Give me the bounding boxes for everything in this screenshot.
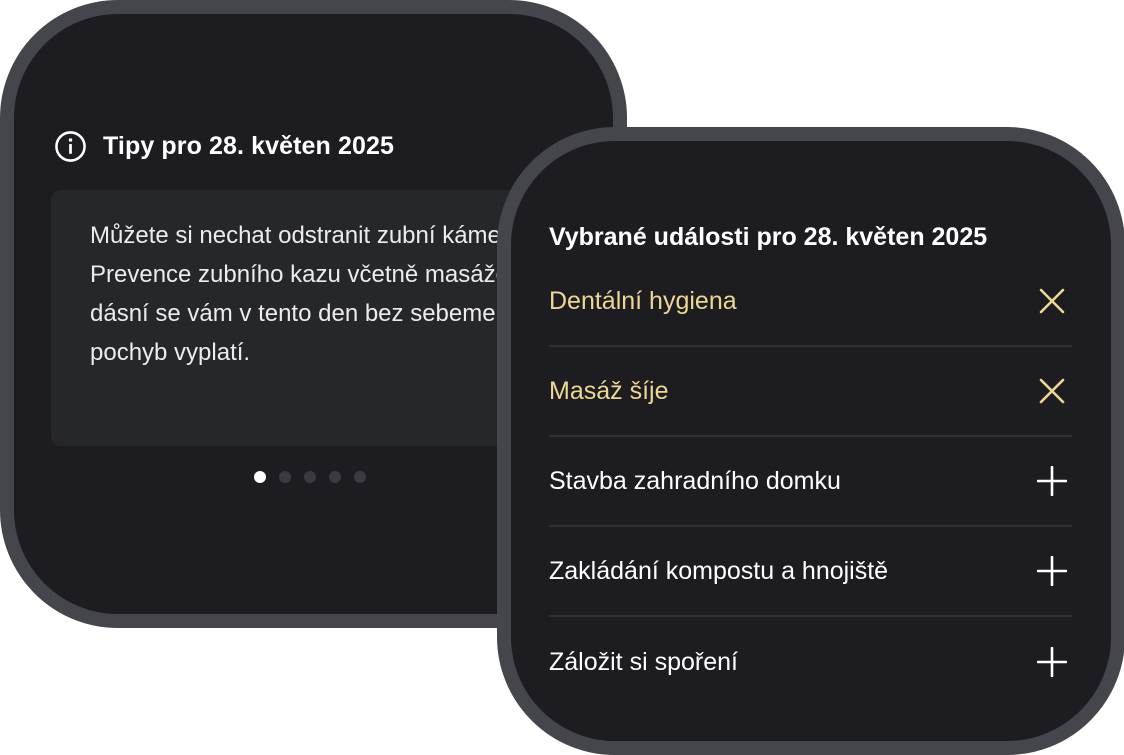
- pagination-dot-active[interactable]: [254, 471, 266, 483]
- pagination-dot[interactable]: [279, 471, 291, 483]
- plus-icon: [1037, 466, 1067, 496]
- events-title: Vybrané události pro 28. květen 2025: [549, 223, 988, 251]
- event-label: Stavba zahradního domku: [549, 466, 841, 495]
- stage: Tipy pro 28. květen 2025 Můžete si necha…: [0, 0, 1124, 755]
- add-event-button[interactable]: [1032, 461, 1072, 501]
- events-card: Vybrané události pro 28. květen 2025 Den…: [497, 127, 1124, 755]
- remove-event-button[interactable]: [1032, 281, 1072, 321]
- event-row[interactable]: Stavba zahradního domku: [549, 437, 1072, 527]
- add-event-button[interactable]: [1032, 551, 1072, 591]
- event-label: Masáž šíje: [549, 376, 669, 405]
- close-icon: [1039, 288, 1065, 314]
- info-icon: [55, 131, 86, 162]
- event-label: Zakládání kompostu a hnojiště: [549, 556, 889, 585]
- event-label: Dentální hygiena: [549, 286, 737, 315]
- pagination-dot[interactable]: [304, 471, 316, 483]
- add-event-button[interactable]: [1032, 642, 1072, 682]
- tips-header: Tipy pro 28. květen 2025: [54, 130, 394, 163]
- pagination-dot[interactable]: [329, 471, 341, 483]
- event-row[interactable]: Dentální hygiena: [549, 257, 1072, 347]
- events-list: Dentální hygiena Masáž šíje Stavba zahra…: [549, 257, 1072, 707]
- plus-icon: [1037, 556, 1067, 586]
- plus-icon: [1037, 647, 1067, 677]
- remove-event-button[interactable]: [1032, 371, 1072, 411]
- event-row[interactable]: Masáž šíje: [549, 347, 1072, 437]
- close-icon: [1039, 378, 1065, 404]
- pagination-dot[interactable]: [354, 471, 366, 483]
- event-label: Záložit si spoření: [549, 647, 738, 676]
- event-row[interactable]: Zakládání kompostu a hnojiště: [549, 527, 1072, 617]
- tips-title: Tipy pro 28. květen 2025: [103, 132, 394, 160]
- pagination-dots: [254, 471, 366, 483]
- event-row[interactable]: Záložit si spoření: [549, 617, 1072, 707]
